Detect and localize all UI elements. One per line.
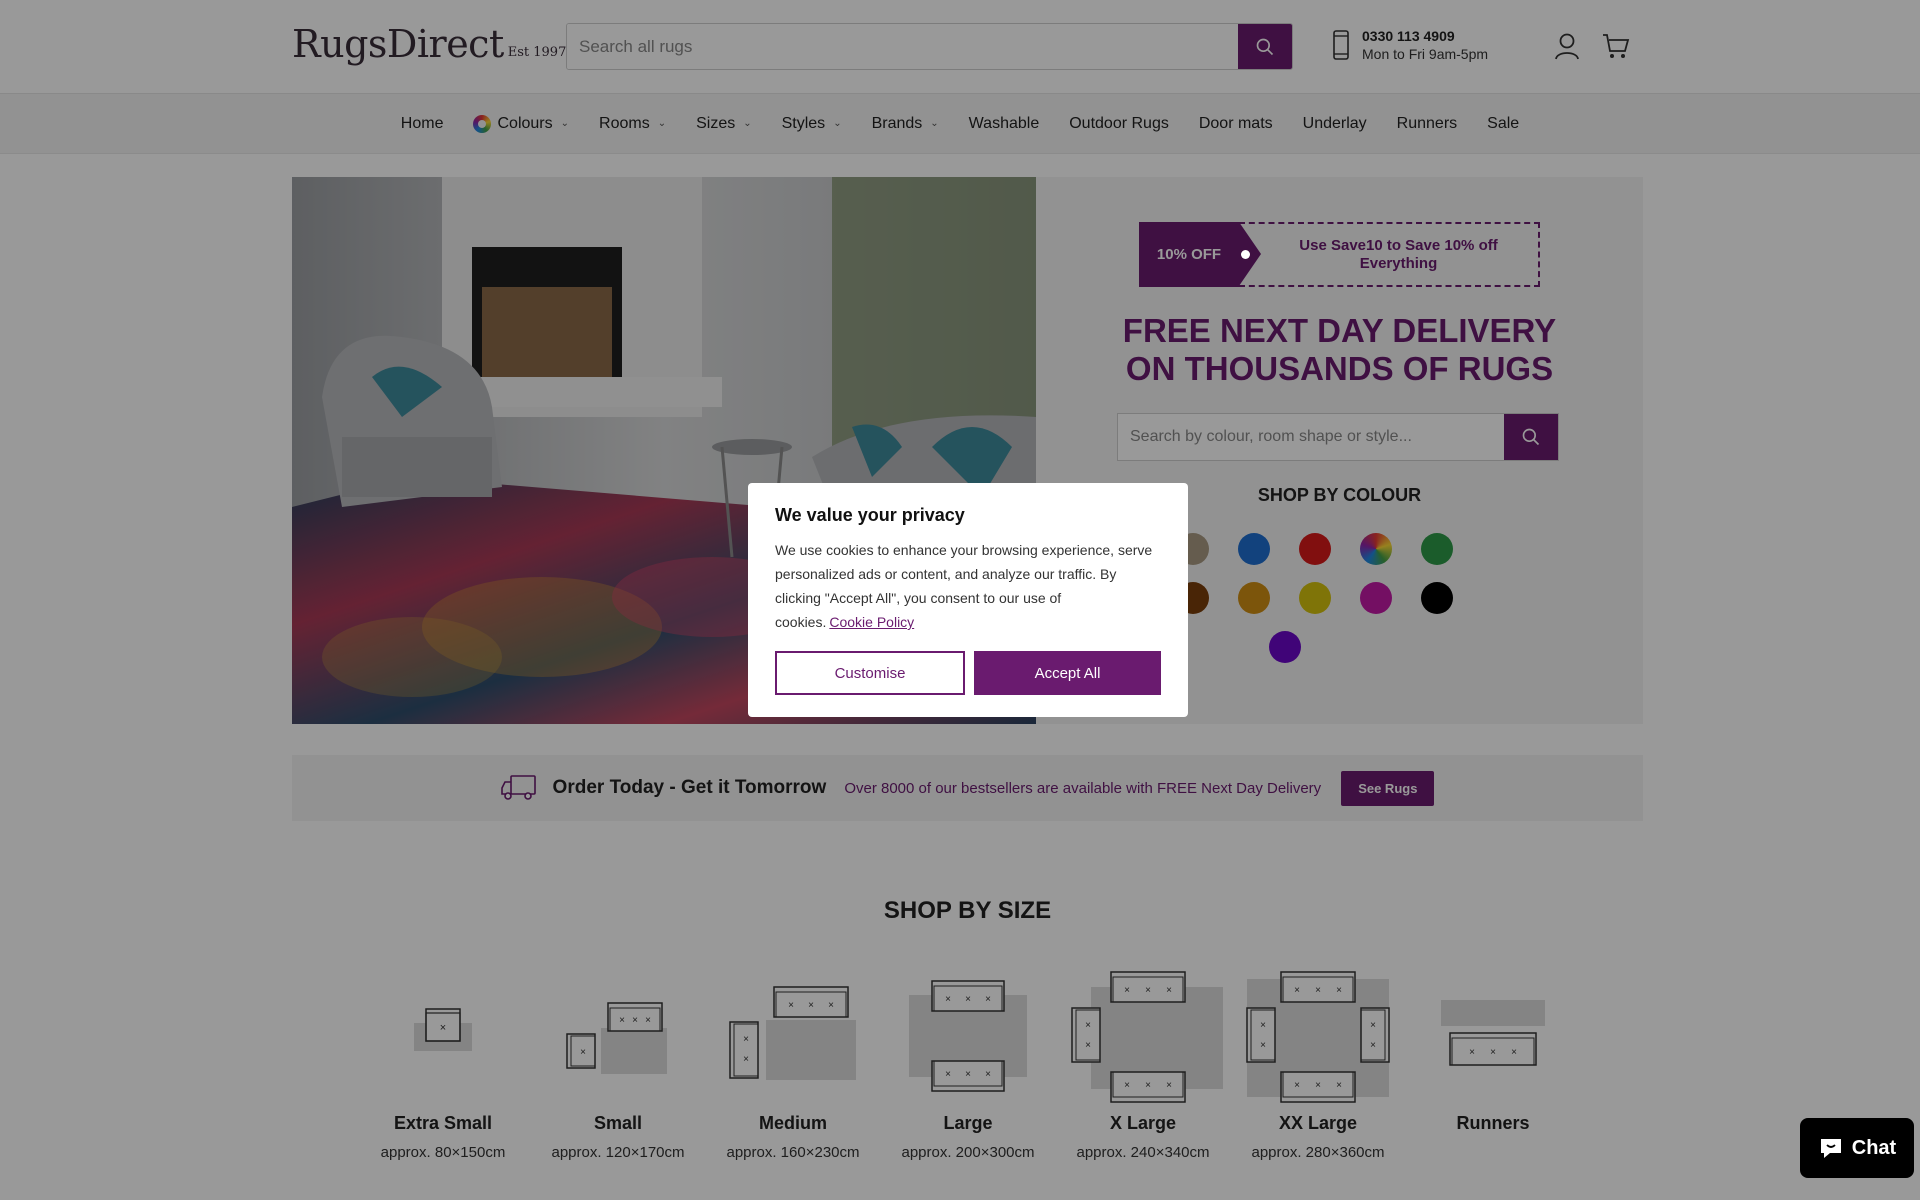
cookie-title: We value your privacy <box>775 505 965 525</box>
accept-all-button[interactable]: Accept All <box>974 651 1161 695</box>
cookie-body: We use cookies to enhance your browsing … <box>775 538 1161 634</box>
cookie-consent-dialog: We value your privacy We use cookies to … <box>748 483 1188 717</box>
customise-button[interactable]: Customise <box>775 651 965 695</box>
chat-bubble-icon <box>1820 1139 1841 1158</box>
chat-button[interactable]: Chat <box>1800 1118 1914 1178</box>
chat-label: Chat <box>1851 1136 1897 1159</box>
promo-dot <box>1241 250 1250 259</box>
cookie-policy-link[interactable]: Cookie Policy <box>829 614 914 630</box>
